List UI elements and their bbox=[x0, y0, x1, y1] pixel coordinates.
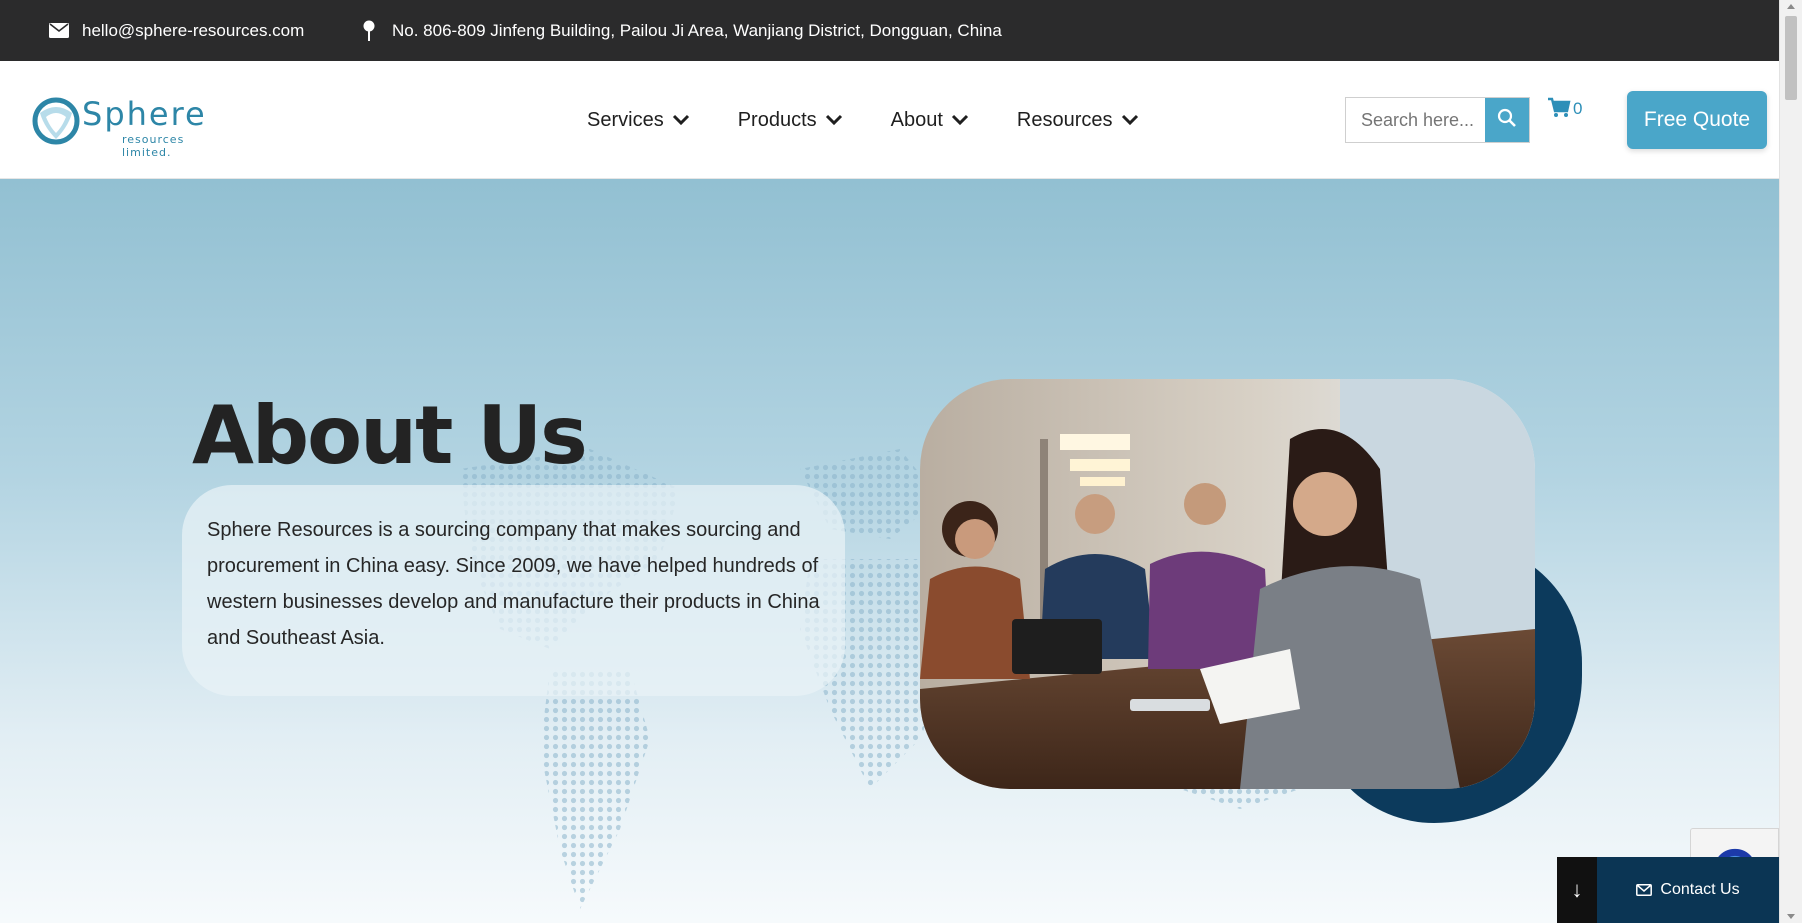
cart-button[interactable]: 0 bbox=[1547, 97, 1582, 124]
contact-email[interactable]: hello@sphere-resources.com bbox=[48, 0, 304, 61]
about-description-card: Sphere Resources is a sourcing company t… bbox=[182, 485, 845, 696]
nav-products[interactable]: Products bbox=[738, 109, 843, 132]
chevron-down-icon bbox=[672, 114, 690, 126]
nav-resources[interactable]: Resources bbox=[1017, 109, 1139, 132]
scroll-down-button[interactable]: ↓ bbox=[1557, 857, 1597, 923]
contact-us-button[interactable]: Contact Us bbox=[1597, 857, 1779, 923]
main-nav: Services Products About Resources bbox=[587, 61, 1187, 179]
scroll-up-arrow-icon[interactable] bbox=[1787, 4, 1795, 9]
envelope-icon bbox=[48, 21, 70, 41]
top-info-bar: hello@sphere-resources.com No. 806-809 J… bbox=[0, 0, 1779, 61]
search-box bbox=[1345, 97, 1530, 143]
about-description: Sphere Resources is a sourcing company t… bbox=[207, 519, 820, 649]
page-title: About Us bbox=[192, 389, 588, 482]
site-header: Sphere resources limited. Services Produ… bbox=[0, 61, 1779, 179]
nav-services[interactable]: Services bbox=[587, 109, 690, 132]
team-meeting-photo bbox=[920, 379, 1535, 789]
envelope-icon bbox=[1636, 884, 1653, 896]
nav-about[interactable]: About bbox=[891, 109, 969, 132]
scrollbar-thumb[interactable] bbox=[1785, 16, 1797, 100]
search-button[interactable] bbox=[1485, 98, 1529, 142]
hero-section: About Us Sphere Resources is a sourcing … bbox=[0, 179, 1779, 923]
sphere-logo[interactable]: Sphere resources limited. bbox=[32, 95, 232, 159]
cart-count: 0 bbox=[1573, 99, 1583, 118]
chevron-down-icon bbox=[1121, 114, 1139, 126]
scroll-down-arrow-icon[interactable] bbox=[1787, 914, 1795, 919]
email-text: hello@sphere-resources.com bbox=[82, 20, 305, 40]
cart-icon bbox=[1547, 97, 1571, 124]
free-quote-button[interactable]: Free Quote bbox=[1627, 91, 1767, 149]
chevron-down-icon bbox=[951, 114, 969, 126]
map-pin-icon bbox=[358, 20, 380, 41]
address-text: No. 806-809 Jinfeng Building, Pailou Ji … bbox=[392, 20, 1002, 40]
chevron-down-icon bbox=[825, 114, 843, 126]
contact-address: No. 806-809 Jinfeng Building, Pailou Ji … bbox=[358, 0, 1002, 61]
page-scrollbar[interactable] bbox=[1779, 0, 1802, 923]
search-input[interactable] bbox=[1346, 98, 1485, 142]
search-icon bbox=[1497, 108, 1517, 133]
contact-widget: ↓ Contact Us bbox=[1557, 857, 1779, 923]
